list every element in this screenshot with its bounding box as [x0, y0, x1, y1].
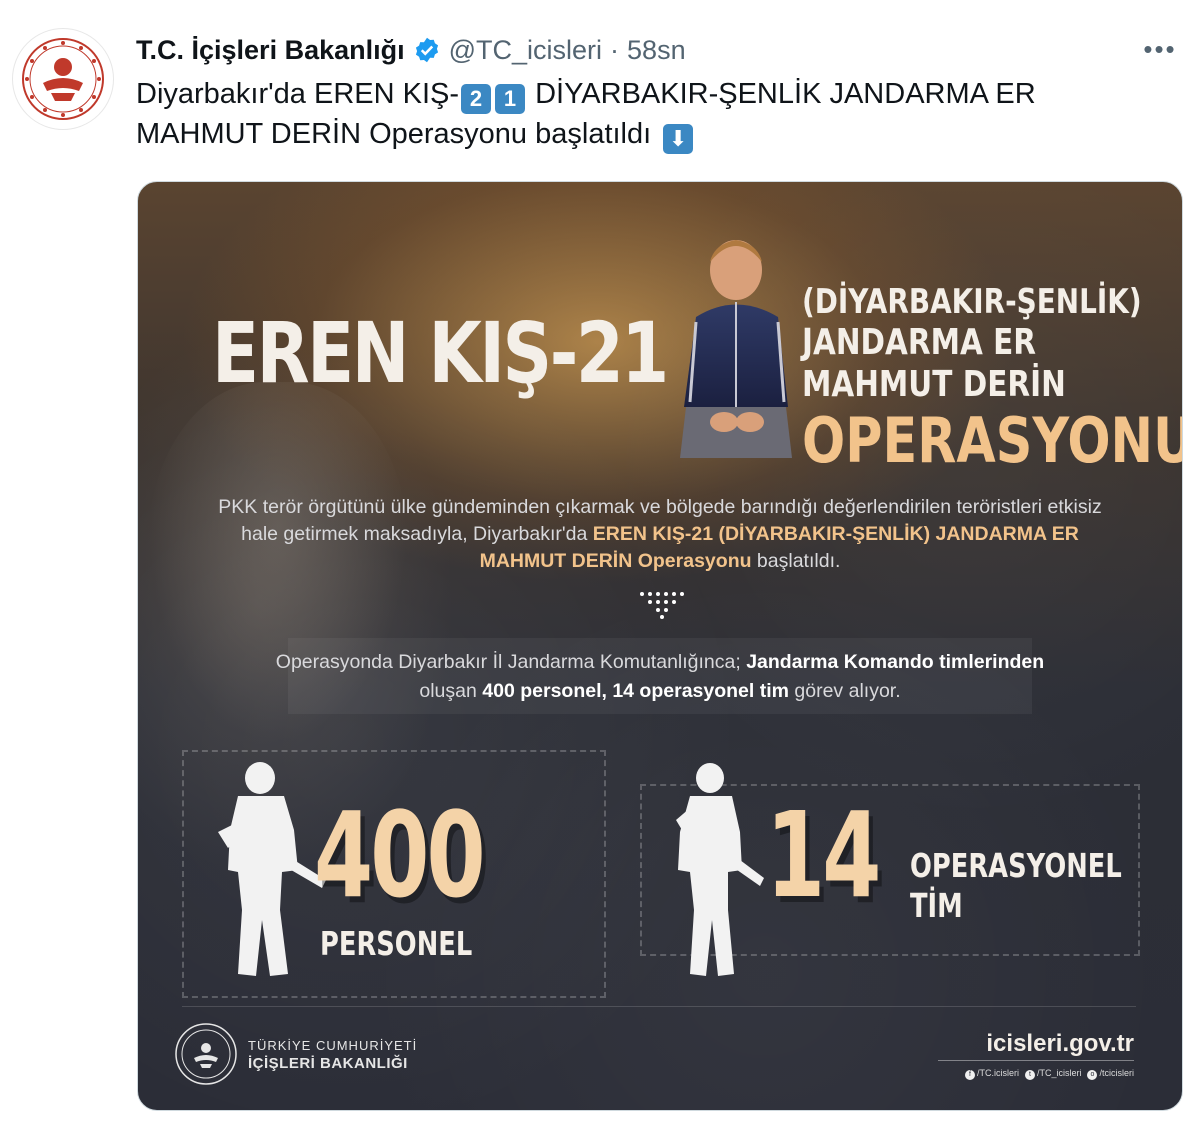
subtitle-line-4: OPERASYONU	[802, 404, 1183, 477]
ministry-seal-icon	[175, 1023, 237, 1085]
ops-text-1: Operasyonda Diyarbakır İl Jandarma Komut…	[275, 651, 747, 673]
team-label-line-1: OPERASYONEL	[910, 846, 1122, 885]
tweet-text-part1: Diyarbakır'da EREN KIŞ-	[136, 78, 460, 110]
dots-divider-icon	[640, 592, 684, 619]
operation-details: Operasyonda Diyarbakır İl Jandarma Komut…	[258, 648, 1062, 706]
soldier-silhouette-icon	[676, 763, 764, 976]
more-options-icon[interactable]: •••	[1140, 34, 1180, 64]
timestamp[interactable]: 58sn	[627, 35, 686, 66]
facebook-handle: f/TC.icisleri	[964, 1068, 1019, 1080]
subtitle-line-1: (DİYARBAKIR-ŞENLİK)	[802, 282, 1142, 322]
tweet-header: T.C. İçişleri Bakanlığı @TC_icisleri · 5…	[136, 30, 1180, 70]
team-count: 14	[766, 786, 881, 924]
tweet-media-image[interactable]: EREN KIŞ-21 (DİYARBAKIR-ŞENLİK) JANDARMA…	[137, 181, 1183, 1111]
keycap-2-emoji: 2	[461, 84, 492, 114]
keycap-1-emoji: 1	[495, 84, 526, 114]
account-avatar[interactable]	[12, 28, 114, 130]
ops-bold-2: 400 personel, 14 operasyonel tim	[482, 680, 789, 702]
twitter-icon: t	[1024, 1070, 1035, 1080]
team-label-line-2: TİM	[910, 886, 963, 925]
operation-title: EREN KIŞ-21	[212, 304, 669, 402]
team-label: OPERASYONEL TİM	[910, 846, 1122, 926]
ops-bold-1: Jandarma Komando timlerinden	[746, 651, 1045, 673]
operation-subtitle: (DİYARBAKIR-ŞENLİK) JANDARMA ER MAHMUT D…	[802, 282, 1183, 477]
personnel-count: 400	[314, 786, 486, 924]
website-link: icisleri.gov.tr	[986, 1030, 1134, 1057]
personnel-label: PERSONEL	[320, 924, 473, 963]
display-name[interactable]: T.C. İçişleri Bakanlığı	[136, 35, 405, 66]
social-handles: f/TC.icisleri t/TC_icisleri o/tcicisleri	[964, 1068, 1134, 1080]
footer-divider	[182, 1006, 1136, 1007]
handle[interactable]: @TC_icisleri	[449, 35, 602, 66]
facebook-icon: f	[964, 1070, 975, 1080]
boy-photo	[680, 240, 792, 458]
ops-text-3: görev alıyor.	[788, 680, 901, 702]
description-paragraph: PKK terör örgütünü ülke gündeminden çıka…	[198, 494, 1122, 575]
org-line-2: İÇİŞLERİ BAKANLIĞI	[248, 1055, 408, 1072]
website-underline	[938, 1060, 1134, 1061]
down-arrow-emoji: ⬇	[663, 124, 694, 154]
instagram-icon: o	[1087, 1070, 1098, 1080]
org-line-1: TÜRKİYE CUMHURİYETİ	[248, 1038, 418, 1053]
twitter-handle: t/TC_icisleri	[1024, 1068, 1081, 1080]
soldier-silhouette-icon	[218, 762, 326, 976]
separator-dot: ·	[610, 34, 620, 65]
ministry-name: TÜRKİYE CUMHURİYETİ İÇİŞLERİ BAKANLIĞI	[248, 1038, 417, 1072]
instagram-handle: o/tcicisleri	[1087, 1068, 1134, 1080]
tweet-text: Diyarbakır'da EREN KIŞ- 2 1 DİYARBAKIR-ŞEN…	[136, 74, 1156, 154]
ops-text-2: oluşan	[419, 680, 483, 702]
verified-badge-icon	[415, 37, 438, 63]
para-text-2: başlatıldı.	[751, 550, 841, 572]
subtitle-line-3: MAHMUT DERİN	[802, 364, 1066, 405]
ministry-emblem-icon	[22, 38, 104, 120]
subtitle-line-2: JANDARMA ER	[802, 322, 1037, 363]
